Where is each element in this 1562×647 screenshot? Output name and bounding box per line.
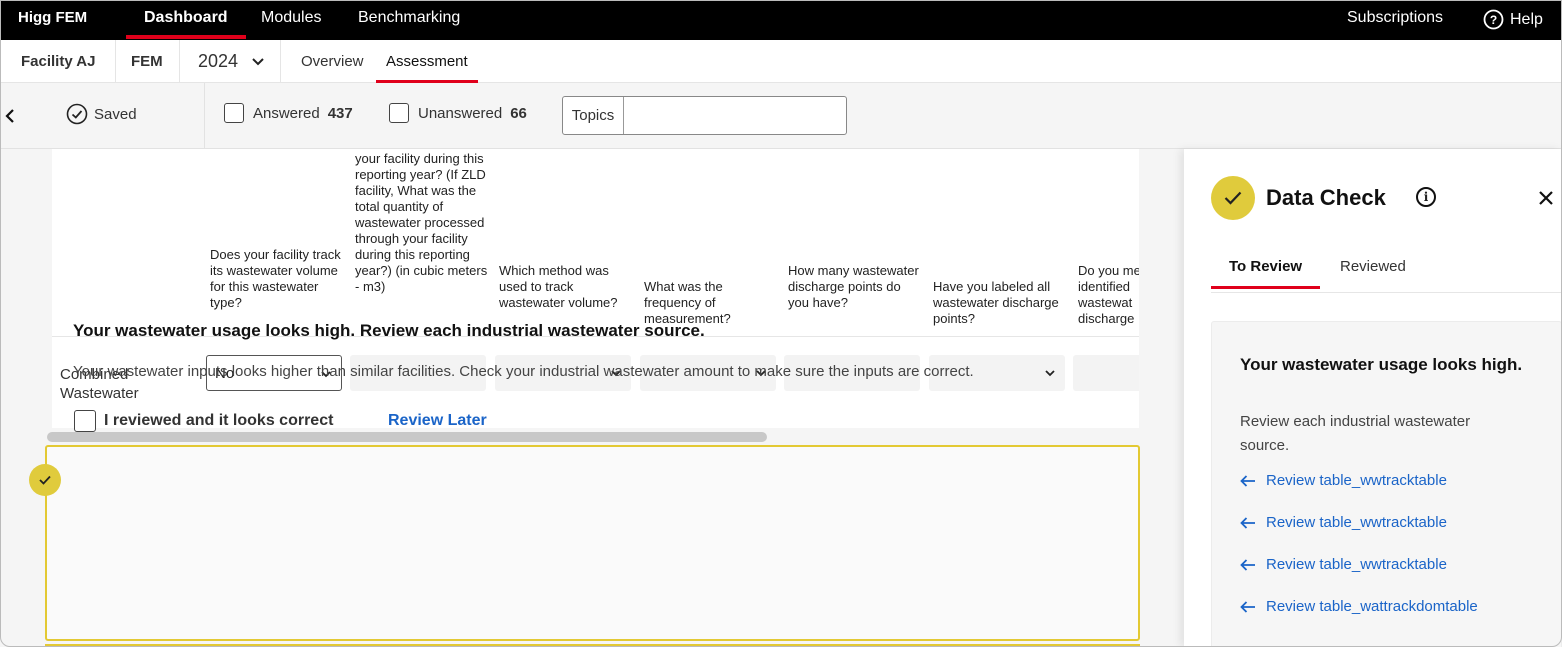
filter-answered[interactable]: Answered 437 (224, 103, 353, 123)
review-link-label: Review table_wwtracktable (1266, 472, 1447, 489)
module-name: FEM (116, 40, 180, 83)
nav-dashboard[interactable]: Dashboard (126, 9, 246, 39)
card-text: Review each industrial wastewater source… (1240, 413, 1471, 454)
chevron-down-icon (252, 57, 264, 65)
nav-subscriptions[interactable]: Subscriptions (1347, 9, 1443, 27)
unanswered-checkbox[interactable] (389, 103, 409, 123)
review-link-label: Review table_wwtracktable (1266, 514, 1447, 531)
wastewater-table: Does your facility track its wastewater … (52, 149, 1139, 428)
year-select[interactable]: 2024 (180, 40, 281, 83)
nav-modules[interactable]: Modules (261, 9, 321, 27)
unanswered-count: 66 (510, 104, 527, 122)
arrow-left-icon (1240, 516, 1255, 529)
alert-title: Your wastewater usage looks high. Review… (73, 321, 705, 340)
arrow-left-icon (1240, 600, 1255, 613)
help-label: Help (1510, 10, 1543, 28)
answered-label: Answered (253, 104, 320, 122)
reviewed-checkbox-label: I reviewed and it looks correct (104, 412, 334, 429)
top-navigation-bar: Higg FEM Dashboard Modules Benchmarking … (0, 0, 1562, 40)
facility-bar: Facility AJ FEM 2024 Overview Assessment (0, 40, 1562, 83)
arrow-left-icon (1240, 558, 1255, 571)
review-link[interactable]: Review table_wwtracktable (1240, 472, 1447, 489)
column-header: How many wastewater discharge points do … (788, 263, 919, 310)
tab-assessment[interactable]: Assessment (376, 53, 478, 83)
column-header: Have you labeled all wastewater discharg… (933, 279, 1059, 326)
filter-bar: Saved Answered 437 Unanswered 66 Topics (0, 83, 1562, 149)
arrow-left-icon (1240, 474, 1255, 487)
alert-text: Your wastewater inputs looks higher than… (73, 363, 974, 380)
data-check-alert (45, 445, 1140, 641)
reviewed-checkbox[interactable] (74, 410, 96, 432)
filter-unanswered[interactable]: Unanswered 66 (389, 103, 527, 123)
divider (204, 83, 205, 149)
tab-to-review[interactable]: To Review (1210, 258, 1321, 289)
column-header: Which method was used to track wastewate… (499, 263, 618, 310)
save-status: Saved (66, 103, 137, 125)
review-card: Your wastewater usage looks high. Review… (1211, 321, 1562, 647)
review-link-label: Review table_wattrackdomtable (1266, 598, 1478, 615)
tab-overview[interactable]: Overview (301, 53, 364, 70)
brand-logo[interactable]: Higg FEM (18, 9, 87, 26)
data-check-panel: Data Check i To Review Reviewed Your was… (1184, 149, 1562, 647)
column-header: What was the frequency of measurement? (644, 279, 731, 326)
card-title: Your wastewater usage looks high. (1240, 355, 1523, 374)
svg-text:?: ? (1490, 13, 1497, 27)
review-later-link[interactable]: Review Later (388, 412, 487, 430)
column-header: your facility during this reporting year… (355, 151, 488, 294)
close-icon[interactable] (1538, 190, 1554, 206)
saved-label: Saved (94, 105, 137, 123)
check-badge-icon (29, 464, 61, 496)
answered-count: 437 (327, 104, 353, 122)
column-header: Do you me identified wastewat discharge (1078, 263, 1139, 326)
check-badge-icon (1211, 176, 1255, 220)
answered-checkbox[interactable] (224, 103, 244, 123)
topics-label: Topics (563, 97, 624, 134)
review-link[interactable]: Review table_wattrackdomtable (1240, 598, 1478, 615)
info-icon[interactable]: i (1416, 187, 1436, 207)
divider (1211, 292, 1562, 293)
nav-benchmarking[interactable]: Benchmarking (358, 9, 460, 27)
chevron-down-icon (1045, 370, 1055, 377)
reviewed-checkbox-row[interactable]: I reviewed and it looks correct (74, 410, 333, 432)
help-icon: ? (1483, 9, 1504, 30)
year-value: 2024 (198, 51, 239, 71)
scrollbar-thumb[interactable] (47, 432, 767, 442)
column-header: Does your facility track its wastewater … (210, 247, 341, 310)
saved-check-icon (66, 103, 88, 125)
collapse-left-icon[interactable] (5, 109, 15, 123)
topics-filter[interactable]: Topics (562, 96, 847, 135)
tab-reviewed[interactable]: Reviewed (1340, 258, 1406, 275)
review-link-label: Review table_wwtracktable (1266, 556, 1447, 573)
facility-name: Facility AJ (0, 40, 116, 83)
identified-discharge-input[interactable] (1073, 355, 1139, 391)
panel-title: Data Check (1266, 185, 1386, 210)
review-link[interactable]: Review table_wwtracktable (1240, 556, 1447, 573)
unanswered-label: Unanswered (418, 104, 503, 122)
help-link[interactable]: ? Help (1483, 9, 1543, 30)
review-link[interactable]: Review table_wwtracktable (1240, 514, 1447, 531)
assessment-main: Does your facility track its wastewater … (0, 149, 1184, 647)
